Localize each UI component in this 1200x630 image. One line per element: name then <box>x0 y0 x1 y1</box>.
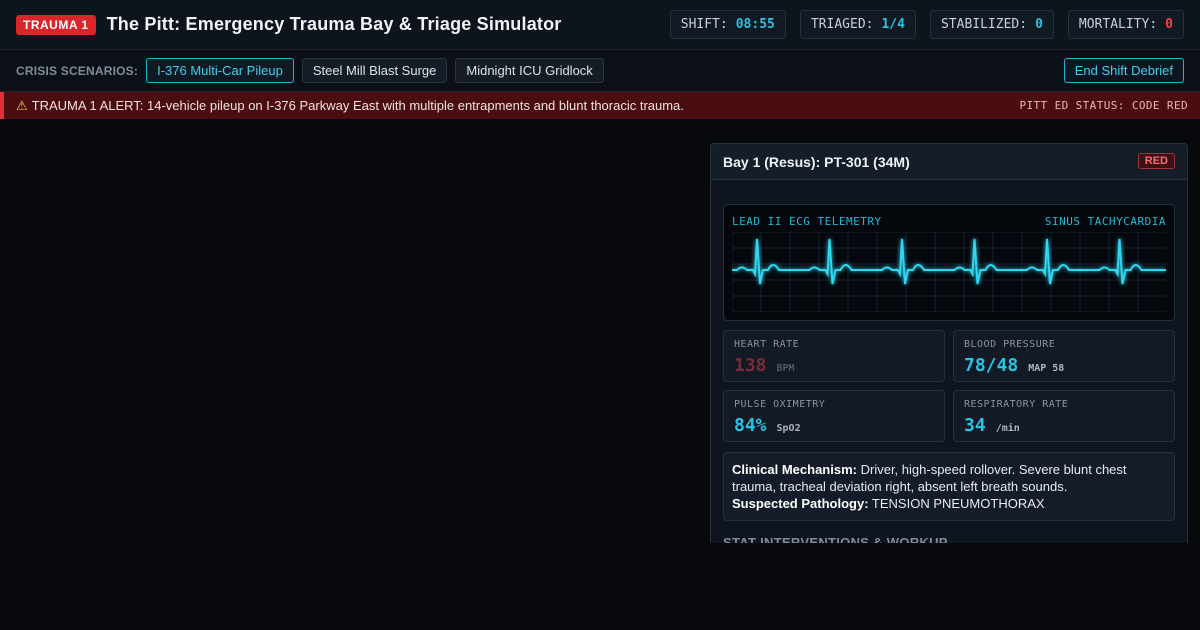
vital-pulse-oximetry-value: 84% <box>734 415 767 436</box>
scenario-button-pileup[interactable]: I-376 Multi-Car Pileup <box>146 58 294 83</box>
ecg-label: LEAD II ECG TELEMETRY <box>732 215 882 228</box>
vital-pulse-oximetry-unit: SpO2 <box>776 423 801 434</box>
ecg-trace <box>732 238 1166 285</box>
stat-mortality-label: MORTALITY: <box>1078 17 1158 32</box>
trauma-badge: TRAUMA 1 <box>16 14 96 35</box>
scenario-button-steel-mill[interactable]: Steel Mill Blast Surge <box>301 58 448 83</box>
scenario-bar: CRISIS SCENARIOS: I-376 Multi-Car Pileup… <box>0 50 1200 92</box>
vital-blood-pressure-label: BLOOD PRESSURE <box>964 339 1056 350</box>
vital-heart-rate-label: HEART RATE <box>734 339 800 350</box>
end-shift-debrief-button[interactable]: End Shift Debrief <box>1063 58 1184 83</box>
interventions-section-title: STAT INTERVENTIONS & WORKUP <box>723 535 948 543</box>
vital-respiratory-rate: RESPIRATORY RATE 34 /min <box>953 390 1175 442</box>
bay-header: Bay 1 (Resus): PT-301 (34M) RED <box>711 144 1187 180</box>
clinical-summary: Clinical Mechanism: Driver, high-speed r… <box>723 452 1175 521</box>
mechanism-label: Clinical Mechanism: <box>732 462 857 477</box>
vital-heart-rate: HEART RATE 138 BPM <box>723 330 945 382</box>
ecg-waveform <box>732 232 1166 312</box>
vital-pulse-oximetry-label: PULSE OXIMETRY <box>734 399 826 410</box>
pathology-text: TENSION PNEUMOTHORAX <box>871 496 1045 511</box>
stat-mortality: MORTALITY: 0 <box>1067 10 1184 39</box>
scenario-label: CRISIS SCENARIOS: <box>16 63 139 78</box>
ed-status: PITT ED STATUS: CODE RED <box>1019 99 1188 112</box>
bay-card: Bay 1 (Resus): PT-301 (34M) RED LEAD II … <box>710 143 1188 543</box>
shift-stats: SHIFT: 08:55 TRIAGED: 1/4 STABILIZED: 0 … <box>669 10 1184 39</box>
bay-title: Bay 1 (Resus): PT-301 (34M) <box>723 153 910 170</box>
stat-shift: SHIFT: 08:55 <box>669 10 786 39</box>
ecg-rhythm: SINUS TACHYCARDIA <box>1044 215 1166 228</box>
vital-respiratory-rate-label: RESPIRATORY RATE <box>964 399 1069 410</box>
warning-icon: ⚠ <box>16 97 28 113</box>
top-bar: TRAUMA 1 The Pitt: Emergency Trauma Bay … <box>0 0 1200 50</box>
stat-stabilized: STABILIZED: 0 <box>929 10 1054 39</box>
vital-blood-pressure-unit: MAP 58 <box>1028 363 1065 374</box>
stat-shift-label: SHIFT: <box>680 17 728 32</box>
stat-shift-value: 08:55 <box>735 17 775 32</box>
app-title: The Pitt: Emergency Trauma Bay & Triage … <box>106 14 562 34</box>
vital-blood-pressure: BLOOD PRESSURE 78/48 MAP 58 <box>953 330 1175 382</box>
ecg-grid <box>732 232 1166 312</box>
stat-stabilized-value: 0 <box>1035 17 1043 32</box>
vital-respiratory-rate-unit: /min <box>995 423 1020 434</box>
stat-stabilized-label: STABILIZED: <box>940 17 1028 32</box>
vital-heart-rate-unit: BPM <box>776 363 795 374</box>
scenario-button-icu-gridlock[interactable]: Midnight ICU Gridlock <box>455 58 604 83</box>
triage-tag: RED <box>1137 153 1175 169</box>
stat-triaged: TRIAGED: 1/4 <box>799 10 916 39</box>
stat-triaged-value: 1/4 <box>881 17 905 32</box>
vital-heart-rate-value: 138 <box>734 355 767 376</box>
trauma-alert-banner: ⚠ TRAUMA 1 ALERT: 14-vehicle pileup on I… <box>0 92 1200 119</box>
alert-text: TRAUMA 1 ALERT: 14-vehicle pileup on I-3… <box>31 98 684 113</box>
vital-blood-pressure-value: 78/48 <box>964 355 1019 376</box>
vital-pulse-oximetry: PULSE OXIMETRY 84% SpO2 <box>723 390 945 442</box>
vital-respiratory-rate-value: 34 <box>964 415 986 436</box>
stat-mortality-value: 0 <box>1165 17 1173 32</box>
stat-triaged-label: TRIAGED: <box>810 17 874 32</box>
pathology-label: Suspected Pathology: <box>732 496 869 511</box>
ecg-monitor: LEAD II ECG TELEMETRY SINUS TACHYCARDIA <box>723 204 1175 321</box>
